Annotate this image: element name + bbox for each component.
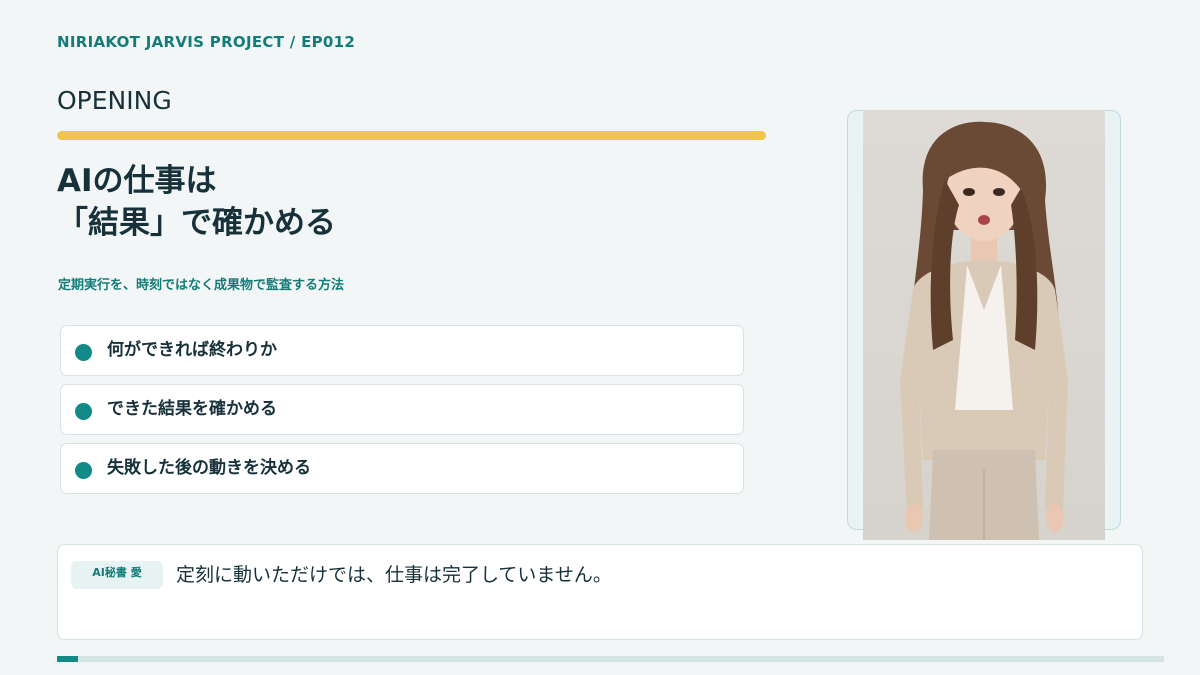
progress-fill <box>57 656 79 662</box>
headline-line-1: AIの仕事は <box>57 163 217 199</box>
project-title: NIRIAKOT JARVIS PROJECT / EP012 <box>57 33 356 51</box>
point-list: 何ができれば終わりか できた結果を確かめる 失敗した後の動きを決める <box>60 325 744 502</box>
character-illustration <box>900 121 1068 540</box>
subtitle: 定期実行を、時刻ではなく成果物で監査する方法 <box>58 278 345 293</box>
point-label: 失敗した後の動きを決める <box>107 458 311 478</box>
character-portrait <box>863 110 1105 540</box>
point-label: 何ができれば終わりか <box>107 340 277 360</box>
point-item: できた結果を確かめる <box>60 384 744 435</box>
point-item: 失敗した後の動きを決める <box>60 443 744 494</box>
bullet-dot-icon <box>75 344 92 361</box>
headline: AIの仕事は 「結果」で確かめる <box>57 160 336 244</box>
progress-bar <box>57 656 1164 662</box>
accent-bar <box>57 131 766 140</box>
bullet-dot-icon <box>75 403 92 420</box>
dialog-box: AI秘書 愛 定刻に動いただけでは、仕事は完了していません。 <box>57 544 1143 640</box>
point-label: できた結果を確かめる <box>107 399 277 419</box>
point-item: 何ができれば終わりか <box>60 325 744 376</box>
headline-line-2: 「結果」で確かめる <box>57 205 336 241</box>
section-label: OPENING <box>57 86 172 115</box>
speaker-badge: AI秘書 愛 <box>71 561 163 589</box>
bullet-dot-icon <box>75 462 92 479</box>
dialog-text: 定刻に動いただけでは、仕事は完了していません。 <box>176 564 612 586</box>
